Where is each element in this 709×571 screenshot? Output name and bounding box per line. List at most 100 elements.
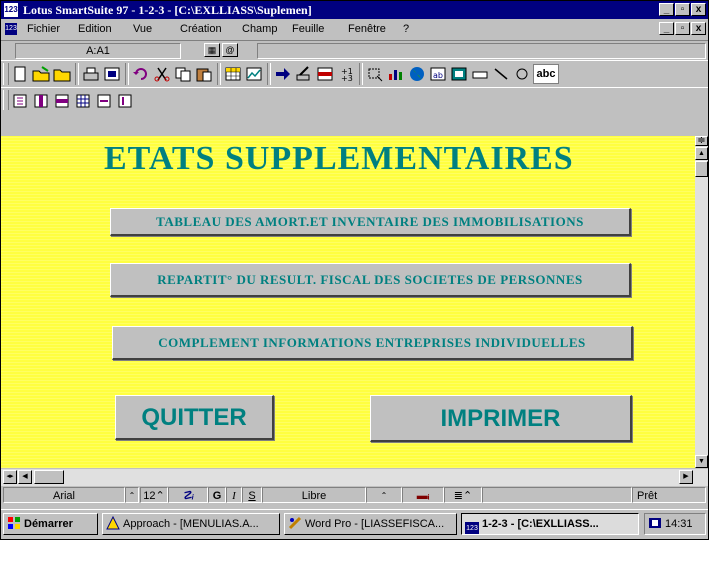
goto-arrow-icon[interactable]	[273, 64, 293, 84]
print-preview-icon[interactable]	[102, 64, 122, 84]
menu-bar: 123 Fichier Edition Vue Création Champ F…	[1, 20, 708, 39]
edit-line: A:A1 ▦ @	[1, 40, 708, 60]
alignment-icon[interactable]: ≣⌃	[444, 487, 482, 503]
insert-column-icon[interactable]	[31, 91, 51, 111]
approach-app-icon	[106, 515, 120, 530]
chart-range-icon[interactable]	[244, 64, 264, 84]
bold-button[interactable]: G	[208, 487, 226, 503]
database-form-icon[interactable]: ab	[428, 64, 448, 84]
close-button[interactable]: x	[691, 3, 706, 16]
windows-logo-icon	[7, 516, 21, 530]
task-approach[interactable]: Approach - [MENULIAS.A...	[102, 513, 280, 535]
menu-edition[interactable]: Edition	[78, 20, 112, 39]
draw-ellipse-icon[interactable]	[512, 64, 532, 84]
complement-informations-button[interactable]: COMPLEMENT INFORMATIONS ENTREPRISES INDI…	[112, 326, 633, 360]
insert-range-icon[interactable]	[223, 64, 243, 84]
task-123[interactable]: 123 1-2-3 - [C:\EXLLIASS...	[461, 513, 639, 535]
horizontal-scrollbar[interactable]: ◂▸ ◀ ▶	[1, 468, 708, 486]
menu-fichier[interactable]: Fichier	[27, 20, 60, 39]
range-address-box[interactable]: A:A1	[15, 43, 181, 59]
toolbar-grip[interactable]	[3, 90, 9, 110]
grid-icon[interactable]	[73, 91, 93, 111]
open-file-icon[interactable]	[31, 64, 51, 84]
amortissements-button[interactable]: TABLEAU DES AMORT.ET INVENTAIRE DES IMMO…	[110, 208, 631, 236]
worksheet-area[interactable]: ETATS SUPPLEMENTAIRES TABLEAU DES AMORT.…	[1, 136, 695, 468]
menu-fenetre[interactable]: Fenêtre	[348, 20, 386, 39]
font-name-field[interactable]: Arial	[3, 487, 125, 503]
scroll-left-icon[interactable]: ◀	[18, 470, 32, 484]
draw-line-icon[interactable]	[491, 64, 511, 84]
insert-rows-icon[interactable]	[315, 64, 335, 84]
menu-help[interactable]: ?	[403, 20, 409, 39]
status-message-field	[482, 487, 632, 503]
menu-vue[interactable]: Vue	[133, 20, 152, 39]
fill-color-icon[interactable]: ▬ᵢ	[402, 487, 444, 503]
font-dropdown-icon[interactable]: ⌃	[125, 487, 139, 503]
insert-row-icon[interactable]	[52, 91, 72, 111]
document-control-icon[interactable]: 123	[5, 23, 17, 35]
text-color-icon[interactable]: ☡ᵢ	[168, 487, 208, 503]
delete-row-icon[interactable]	[94, 91, 114, 111]
task-word-pro[interactable]: Word Pro - [LIASSEFISCA...	[284, 513, 457, 535]
app-window: 123 Lotus SmartSuite 97 - 1-2-3 - [C:\EX…	[0, 0, 709, 540]
vertical-scroll-thumb[interactable]	[695, 161, 708, 177]
scroll-right-icon[interactable]: ▶	[679, 470, 693, 484]
clock[interactable]: 14:31	[665, 518, 693, 530]
split-handle-icon[interactable]: ≑	[695, 136, 708, 146]
new-file-icon[interactable]	[10, 64, 30, 84]
doc-restore-button[interactable]: ▫	[675, 22, 690, 35]
repartition-resultat-button[interactable]: REPARTIT° DU RESULT. FISCAL DES SOCIETES…	[110, 263, 631, 297]
menu-champ[interactable]: Champ	[242, 20, 277, 39]
format-dropdown-icon[interactable]: ⌃	[366, 487, 402, 503]
quit-button[interactable]: QUITTER	[115, 395, 274, 440]
tab-split-handle-icon[interactable]: ◂▸	[3, 470, 17, 484]
cell-contents-field[interactable]	[257, 43, 706, 59]
print-icon[interactable]	[81, 64, 101, 84]
open-folder-icon[interactable]	[52, 64, 72, 84]
font-size-field[interactable]: 12⌃	[140, 487, 168, 503]
system-tray: 14:31	[644, 513, 706, 535]
tray-app-icon[interactable]	[648, 516, 662, 530]
menu-creation[interactable]: Création	[180, 20, 222, 39]
scroll-down-icon[interactable]: ▼	[695, 455, 708, 468]
insert-sheet-icon[interactable]	[10, 91, 30, 111]
sum-icon[interactable]: +1 +3	[336, 64, 356, 84]
paste-icon[interactable]	[194, 64, 214, 84]
smarticons-toolbar: +1 +3 ab abc	[1, 60, 708, 87]
print-button[interactable]: IMPRIMER	[370, 395, 632, 442]
minimize-button[interactable]: _	[659, 3, 674, 16]
text-block-icon[interactable]: abc	[533, 64, 559, 84]
chart-icon[interactable]	[386, 64, 406, 84]
horizontal-scroll-thumb[interactable]	[34, 470, 64, 484]
cut-icon[interactable]	[152, 64, 172, 84]
copy-icon[interactable]	[173, 64, 193, 84]
menu-feuille[interactable]: Feuille	[292, 20, 324, 39]
undo-icon[interactable]	[131, 64, 151, 84]
vertical-scrollbar[interactable]: ≑ ▲ ▼	[695, 136, 708, 468]
function-selector-icon[interactable]: @	[222, 43, 238, 57]
start-button[interactable]: Démarrer	[3, 513, 98, 535]
doc-minimize-button[interactable]: _	[659, 22, 674, 35]
toolbar-grip[interactable]	[3, 63, 9, 85]
font-size-value: 12	[143, 490, 156, 502]
approach-icon[interactable]	[449, 64, 469, 84]
page-title: ETATS SUPPLEMENTAIRES	[104, 140, 574, 177]
italic-button[interactable]: I	[226, 487, 242, 503]
draw-rectangle-icon[interactable]	[470, 64, 490, 84]
ready-indicator: Prêt	[632, 487, 706, 503]
doc-close-button[interactable]: x	[691, 22, 706, 35]
number-format-field[interactable]: Libre	[262, 487, 366, 503]
underline-button[interactable]: S	[242, 487, 262, 503]
lotus-app-icon[interactable]: 123	[4, 3, 18, 17]
task-approach-label: Approach - [MENULIAS.A...	[123, 518, 259, 530]
delete-sheet-icon[interactable]	[115, 91, 135, 111]
select-range-icon[interactable]	[365, 64, 385, 84]
sheet-toolbar	[1, 87, 708, 112]
scroll-up-icon[interactable]: ▲	[695, 147, 708, 160]
window-title: Lotus SmartSuite 97 - 1-2-3 - [C:\EXLLIA…	[23, 3, 312, 17]
maximize-button[interactable]: ▫	[675, 3, 690, 16]
map-globe-icon[interactable]	[407, 64, 427, 84]
navigator-icon[interactable]: ▦	[204, 43, 220, 57]
title-bar[interactable]: 123 Lotus SmartSuite 97 - 1-2-3 - [C:\EX…	[1, 1, 708, 19]
format-painter-icon[interactable]	[294, 64, 314, 84]
